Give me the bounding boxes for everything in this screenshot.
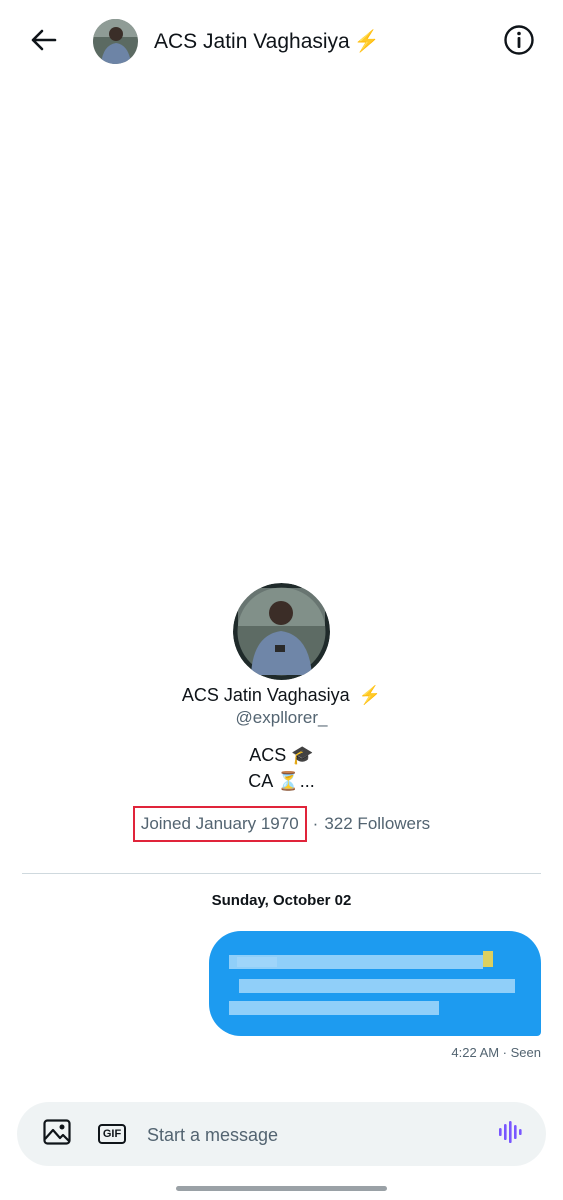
profile-handle: @expllorer_ xyxy=(235,708,328,727)
profile-bio-line: ACS 🎓 xyxy=(249,745,314,765)
separator-dot: · xyxy=(312,814,319,833)
back-button[interactable] xyxy=(26,24,62,60)
divider xyxy=(22,873,541,874)
bolt-emoji: ⚡ xyxy=(358,685,382,705)
image-icon xyxy=(42,1117,72,1152)
conversation-title[interactable]: ACS Jatin Vaghasiya ⚡ xyxy=(154,28,380,56)
info-button[interactable] xyxy=(501,24,537,60)
followers-count: 322 Followers xyxy=(324,814,431,833)
joined-date: Joined January 1970 xyxy=(132,806,307,842)
message-input[interactable] xyxy=(145,1120,479,1150)
message-status: 4:22 AM · Seen xyxy=(451,1045,541,1060)
profile-name[interactable]: ACS Jatin Vaghasiya ⚡ xyxy=(0,683,563,707)
profile-bio-line: CA ⏳... xyxy=(248,771,315,791)
gif-icon: GIF xyxy=(97,1124,127,1144)
date-separator: Sunday, October 02 xyxy=(211,892,352,909)
sent-message-bubble[interactable] xyxy=(209,931,541,1036)
voice-waveform-icon xyxy=(497,1119,523,1150)
bolt-emoji: ⚡ xyxy=(353,30,380,53)
profile-avatar[interactable] xyxy=(233,583,330,680)
header-avatar[interactable] xyxy=(93,19,138,64)
info-icon xyxy=(503,24,535,61)
conversation-header: ACS Jatin Vaghasiya ⚡ xyxy=(0,0,563,84)
add-gif-button[interactable]: GIF xyxy=(96,1118,128,1150)
profile-meta: Joined January 1970 · 322 Followers xyxy=(0,806,563,842)
voice-message-button[interactable] xyxy=(494,1118,526,1150)
add-image-button[interactable] xyxy=(41,1118,73,1150)
arrow-left-icon xyxy=(31,29,57,56)
home-indicator[interactable] xyxy=(176,1186,387,1191)
message-composer: GIF xyxy=(17,1102,546,1166)
